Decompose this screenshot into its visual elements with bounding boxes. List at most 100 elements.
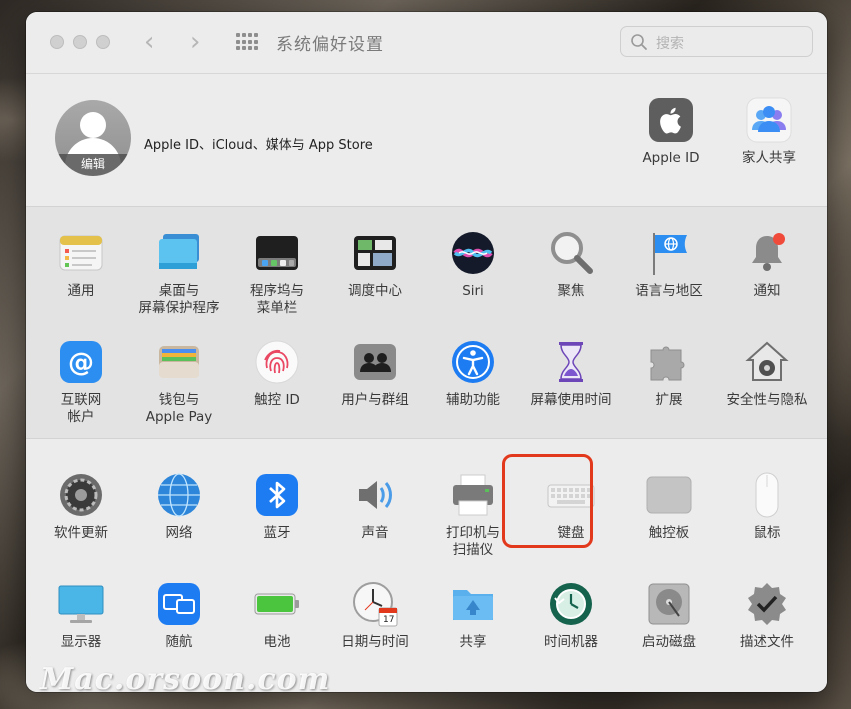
account-section: 编辑 Apple ID、iCloud、媒体与 App Store Apple I…	[26, 74, 827, 207]
touch-id-label: 触控 ID	[254, 392, 300, 408]
pref-startup-disk[interactable]: 启动磁盘	[620, 580, 718, 651]
desktop-label: 桌面与 屏幕保护程序	[138, 283, 220, 316]
watermark: Mac.orsoon.com	[40, 662, 331, 697]
pref-security[interactable]: 安全性与隐私	[718, 338, 816, 409]
bluetooth-label: 蓝牙	[263, 525, 291, 541]
pref-language[interactable]: 语言与地区	[620, 229, 718, 300]
forward-button[interactable]: ›	[190, 27, 200, 57]
sound-icon	[351, 471, 399, 519]
pref-touch-id[interactable]: 触控 ID	[228, 338, 326, 409]
pref-bluetooth[interactable]: 蓝牙	[228, 471, 326, 542]
sound-label: 声音	[361, 525, 389, 541]
profiles-label: 描述文件	[740, 634, 794, 650]
search-placeholder: 搜索	[656, 36, 684, 52]
minimize-button[interactable]	[73, 35, 87, 49]
pref-wallet[interactable]: 钱包与 Apple Pay	[130, 338, 228, 426]
search-field[interactable]: 搜索	[620, 26, 813, 57]
language-icon	[645, 229, 693, 277]
siri-icon	[449, 229, 497, 277]
extensions-icon	[645, 338, 693, 386]
accessibility-icon	[449, 338, 497, 386]
dock-icon	[253, 229, 301, 277]
display-icon	[57, 580, 105, 628]
pref-users-groups[interactable]: 用户与群组	[326, 338, 424, 409]
pref-date-time[interactable]: 17 日期与时间	[326, 580, 424, 651]
internet-accounts-label: 互联网 帐户	[60, 392, 102, 425]
pref-internet-accounts[interactable]: @ 互联网 帐户	[32, 338, 130, 426]
sidecar-icon	[155, 580, 203, 628]
dock-label: 程序坞与 菜单栏	[250, 283, 304, 316]
pref-notifications[interactable]: 通知	[718, 229, 816, 300]
pref-network[interactable]: 网络	[130, 471, 228, 542]
pref-dock[interactable]: 程序坞与 菜单栏	[228, 229, 326, 317]
pref-sidecar[interactable]: 随航	[130, 580, 228, 651]
keyboard-highlight-box	[502, 454, 593, 548]
users-label: 用户与群组	[341, 392, 409, 408]
pref-sound[interactable]: 声音	[326, 471, 424, 542]
pref-profiles[interactable]: 描述文件	[718, 580, 816, 651]
software-update-icon	[57, 471, 105, 519]
pref-software-update[interactable]: 软件更新	[32, 471, 130, 542]
zoom-button[interactable]	[96, 35, 110, 49]
general-label: 通用	[67, 283, 95, 299]
pref-displays[interactable]: 显示器	[32, 580, 130, 651]
pref-family-sharing[interactable]: 家人共享	[720, 96, 818, 167]
mouse-label: 鼠标	[753, 525, 781, 541]
spotlight-label: 聚焦	[557, 283, 585, 299]
calendar-day: 17	[383, 615, 395, 625]
software-update-label: 软件更新	[54, 525, 108, 541]
date-time-label: 日期与时间	[341, 634, 409, 650]
sharing-label: 共享	[459, 634, 487, 650]
sidecar-label: 随航	[165, 634, 193, 650]
search-icon	[631, 34, 647, 50]
system-preferences-window: ‹ › 系统偏好设置 搜索 编辑 Apple ID、iCloud、媒体与 App…	[26, 12, 827, 692]
general-icon	[57, 229, 105, 277]
mission-control-icon	[351, 229, 399, 277]
pref-siri[interactable]: Siri	[424, 229, 522, 300]
touch-id-icon	[253, 338, 301, 386]
language-label: 语言与地区	[635, 283, 703, 299]
mouse-icon	[743, 471, 791, 519]
pref-accessibility[interactable]: 辅助功能	[424, 338, 522, 409]
startup-disk-label: 启动磁盘	[642, 634, 696, 650]
network-icon	[155, 471, 203, 519]
titlebar: ‹ › 系统偏好设置 搜索	[26, 12, 827, 74]
pref-screen-time[interactable]: 屏幕使用时间	[522, 338, 620, 409]
screen-time-label: 屏幕使用时间	[530, 392, 612, 408]
pref-battery[interactable]: 电池	[228, 580, 326, 651]
pref-spotlight[interactable]: 聚焦	[522, 229, 620, 300]
pref-sharing[interactable]: 共享	[424, 580, 522, 651]
pref-time-machine[interactable]: 时间机器	[522, 580, 620, 651]
pref-desktop[interactable]: 桌面与 屏幕保护程序	[130, 229, 228, 317]
users-icon	[351, 338, 399, 386]
battery-label: 电池	[263, 634, 291, 650]
startup-disk-icon	[645, 580, 693, 628]
security-icon	[743, 338, 791, 386]
date-time-icon: 17	[351, 580, 399, 628]
pref-extensions[interactable]: 扩展	[620, 338, 718, 409]
mission-control-label: 调度中心	[348, 283, 402, 299]
avatar-edit-label: 编辑	[55, 154, 131, 176]
window-title: 系统偏好设置	[276, 35, 384, 55]
family-sharing-label: 家人共享	[742, 150, 796, 166]
battery-icon	[253, 580, 301, 628]
svg-text:@: @	[68, 348, 94, 378]
back-button[interactable]: ‹	[144, 27, 154, 57]
pref-mission-control[interactable]: 调度中心	[326, 229, 424, 300]
pref-apple-id[interactable]: Apple ID	[622, 96, 720, 167]
apple-id-account-label[interactable]: Apple ID、iCloud、媒体与 App Store	[144, 134, 373, 153]
avatar[interactable]: 编辑	[55, 100, 131, 176]
pref-general[interactable]: 通用	[32, 229, 130, 300]
time-machine-icon	[547, 580, 595, 628]
wallet-icon	[155, 338, 203, 386]
apple-id-label: Apple ID	[642, 150, 700, 166]
pref-mouse[interactable]: 鼠标	[718, 471, 816, 542]
siri-label: Siri	[462, 283, 484, 299]
show-all-grid-icon[interactable]	[236, 33, 258, 51]
security-label: 安全性与隐私	[726, 392, 808, 408]
internet-accounts-icon: @	[57, 338, 105, 386]
displays-label: 显示器	[60, 634, 102, 650]
pref-trackpad[interactable]: 触控板	[620, 471, 718, 542]
network-label: 网络	[165, 525, 193, 541]
close-button[interactable]	[50, 35, 64, 49]
